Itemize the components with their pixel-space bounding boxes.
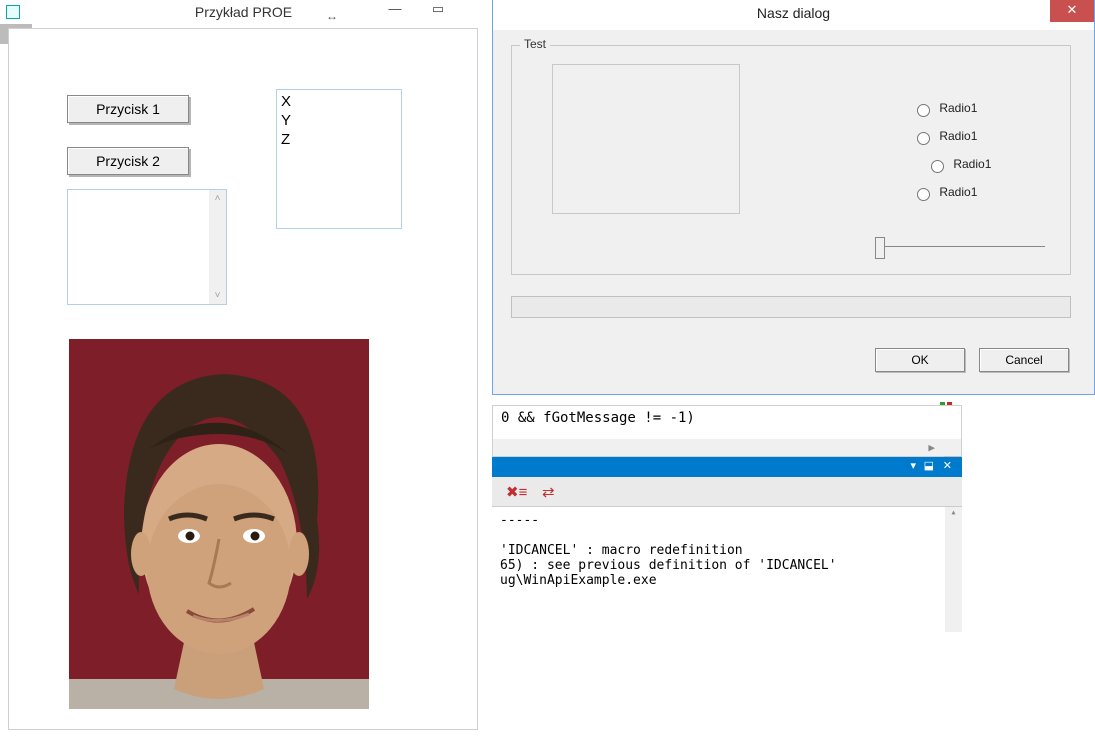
resize-icon: ↔ xyxy=(326,4,338,28)
radio-group: Radio1 Radio1 Radio1 Radio1 xyxy=(912,101,991,213)
panel-menu-icon[interactable]: ▾ xyxy=(910,459,916,472)
output-toolbar: ✖≡ ⇄ xyxy=(492,477,962,507)
cancel-label: Cancel xyxy=(1005,353,1042,367)
maximize-button[interactable]: ▭ xyxy=(415,0,461,20)
button-1[interactable]: Przycisk 1 xyxy=(67,95,189,123)
dialog-window: Nasz dialog ✕ Test Radio1 Radio1 Radio1 … xyxy=(492,0,1095,395)
example-window: Przykład PROE ↔ — ▭ Przycisk 1 Przycisk … xyxy=(0,0,487,738)
dialog-titlebar[interactable]: Nasz dialog ✕ xyxy=(493,0,1094,30)
groupbox-label: Test xyxy=(520,37,550,51)
output-line: 'IDCANCEL' : macro redefinition xyxy=(500,543,743,558)
ok-label: OK xyxy=(911,353,928,367)
radio-option[interactable]: Radio1 xyxy=(912,101,991,117)
panel-header[interactable]: ▾ ⬓ ✕ xyxy=(492,457,962,477)
output-line: ----- xyxy=(500,513,539,528)
list-item[interactable]: Y xyxy=(281,111,397,130)
text-area[interactable]: ˄ ˅ xyxy=(67,189,227,305)
button-2-label: Przycisk 2 xyxy=(96,153,160,169)
list-item[interactable]: Z xyxy=(281,130,397,149)
scroll-up-icon[interactable]: ▴ xyxy=(945,507,962,524)
photo-image xyxy=(69,339,369,709)
scroll-right-icon[interactable]: ▶ xyxy=(928,441,935,454)
ok-button[interactable]: OK xyxy=(875,348,965,372)
scroll-up-icon[interactable]: ˄ xyxy=(209,190,226,207)
radio-option[interactable]: Radio1 xyxy=(912,129,991,145)
code-line: 0 && fGotMessage != -1) xyxy=(501,410,953,426)
dialog-title: Nasz dialog xyxy=(757,5,830,21)
radio-label: Radio1 xyxy=(939,129,977,143)
radio-label: Radio1 xyxy=(939,185,977,199)
progress-bar xyxy=(511,296,1071,318)
radio-input[interactable] xyxy=(917,132,930,145)
slider-thumb[interactable] xyxy=(875,237,885,259)
vertical-scrollbar[interactable]: ▴ xyxy=(945,507,962,632)
radio-option[interactable]: Radio1 xyxy=(926,157,991,173)
radio-option[interactable]: Radio1 xyxy=(912,185,991,201)
output-line: 65) : see previous definition of 'IDCANC… xyxy=(500,558,837,573)
close-button[interactable]: ✕ xyxy=(1050,0,1094,22)
radio-input[interactable] xyxy=(917,104,930,117)
radio-input[interactable] xyxy=(917,188,930,201)
horizontal-scrollbar[interactable]: ▶ xyxy=(493,439,961,456)
inner-frame xyxy=(552,64,740,214)
cancel-button[interactable]: Cancel xyxy=(979,348,1069,372)
window-titlebar[interactable]: Przykład PROE ↔ — ▭ xyxy=(0,0,487,30)
window-title: Przykład PROE xyxy=(195,4,292,20)
window-client-area: Przycisk 1 Przycisk 2 X Y Z ˄ ˅ xyxy=(8,28,478,730)
button-2[interactable]: Przycisk 2 xyxy=(67,147,189,175)
slider[interactable] xyxy=(875,235,1045,259)
button-1-label: Przycisk 1 xyxy=(96,101,160,117)
error-list-icon[interactable]: ✖≡ xyxy=(506,483,524,501)
radio-label: Radio1 xyxy=(939,101,977,115)
ide-area: 0 && fGotMessage != -1) ▾ ▶ ▾ ⬓ ✕ ✖≡ ⇄ -… xyxy=(492,405,962,632)
scrollbar-track[interactable]: ˄ ˅ xyxy=(209,190,226,304)
list-box[interactable]: X Y Z xyxy=(276,89,402,229)
scroll-down-icon[interactable]: ˅ xyxy=(209,287,226,304)
radio-input[interactable] xyxy=(931,160,944,173)
output-panel[interactable]: ----- 'IDCANCEL' : macro redefinition 65… xyxy=(492,507,962,632)
minimize-button[interactable]: — xyxy=(372,0,418,20)
slider-track xyxy=(885,246,1045,247)
code-editor[interactable]: 0 && fGotMessage != -1) ▾ ▶ xyxy=(492,405,962,457)
goto-icon[interactable]: ⇄ xyxy=(542,483,560,501)
pin-icon[interactable]: ⬓ xyxy=(924,459,934,472)
app-icon xyxy=(6,5,20,19)
list-item[interactable]: X xyxy=(281,92,397,111)
output-line: ug\WinApiExample.exe xyxy=(500,573,657,588)
panel-close-icon[interactable]: ✕ xyxy=(943,459,952,472)
radio-label: Radio1 xyxy=(953,157,991,171)
